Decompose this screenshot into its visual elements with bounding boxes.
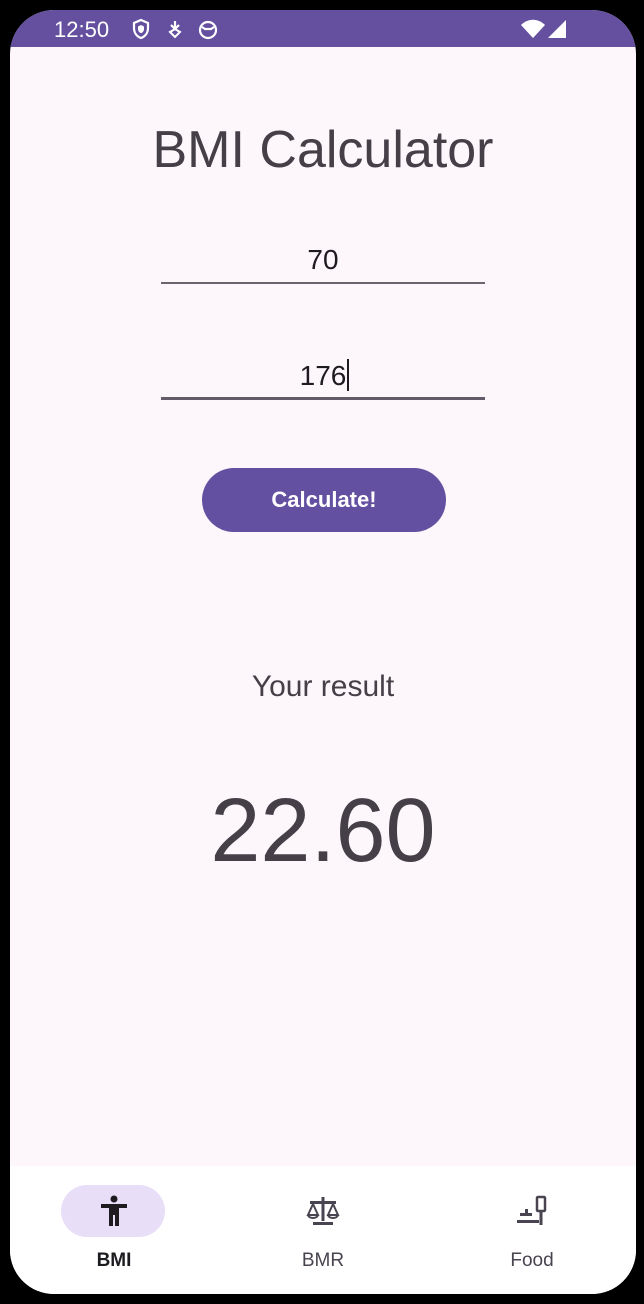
nav-label-bmr: BMR [301, 1250, 345, 1271]
nav-label-bmi: BMI [96, 1250, 132, 1271]
text-caret [347, 359, 349, 391]
cat-face-icon [197, 18, 219, 40]
signal-icon [546, 18, 568, 40]
height-field-container [161, 352, 485, 400]
balance-scale-icon [305, 1193, 341, 1229]
result-label: Your result [251, 670, 395, 703]
height-input-underline [161, 397, 485, 400]
accessibility-person-icon [96, 1193, 132, 1229]
page-title: BMI Calculator [152, 121, 494, 179]
phone-screen: 12:50 BMI Calculator 70 176 Calculate! Y… [10, 10, 636, 1294]
status-time: 12:50 [54, 17, 110, 42]
weight-field-container [161, 236, 485, 284]
bottom-navigation: BMI BMR Food [10, 1166, 636, 1294]
nav-item-bmi[interactable]: BMI [10, 1166, 218, 1294]
shield-icon [130, 18, 152, 40]
nav-item-bmr[interactable]: BMR [219, 1166, 427, 1294]
status-bar: 12:50 [10, 10, 636, 47]
calculate-button[interactable]: Calculate! [202, 468, 446, 532]
nav-label-food: Food [510, 1250, 554, 1271]
result-value: 22.60 [210, 781, 436, 881]
weight-input-underline [161, 282, 485, 284]
food-table-icon [514, 1193, 550, 1229]
height-input[interactable] [161, 352, 485, 400]
download-icon [164, 18, 186, 40]
nav-item-food[interactable]: Food [428, 1166, 636, 1294]
weight-input[interactable] [161, 236, 485, 284]
wifi-icon [520, 18, 546, 40]
